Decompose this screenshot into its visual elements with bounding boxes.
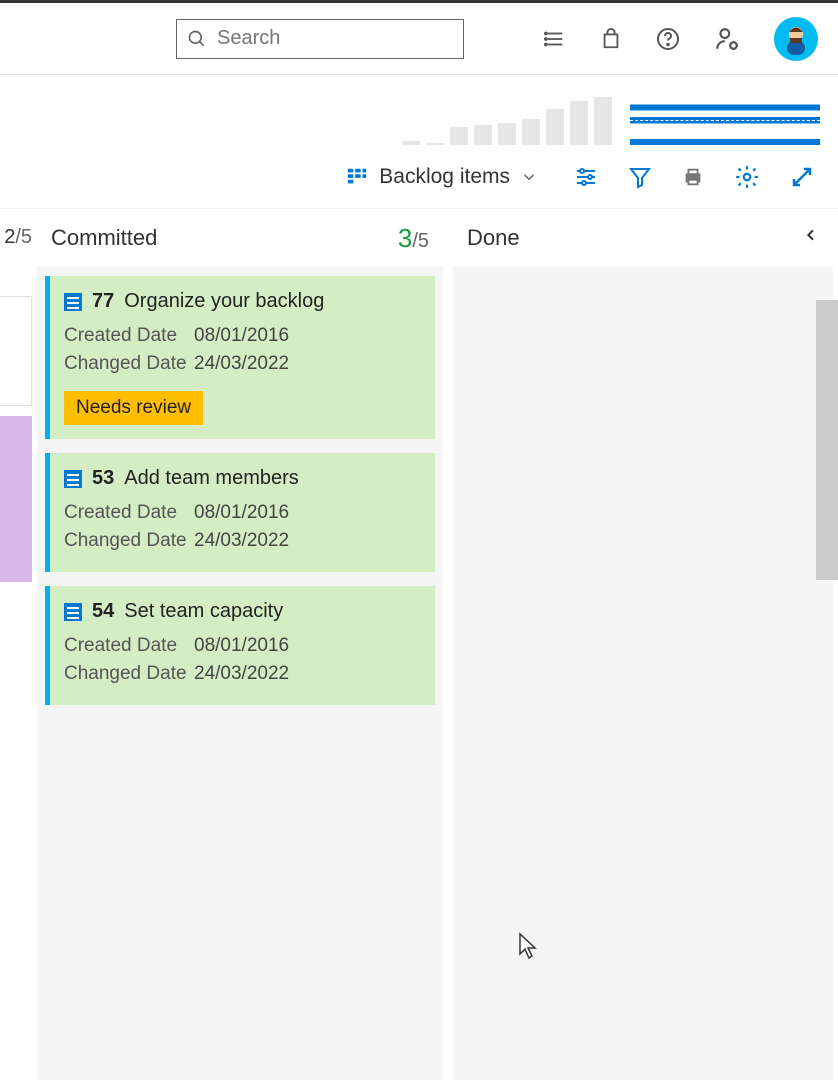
field-value: 08/01/2016 (194, 325, 289, 347)
column-committed: Committed 3/5 77 Organize your backlog C… (37, 210, 443, 1080)
field-value: 24/03/2022 (194, 530, 289, 552)
chevron-down-icon (520, 168, 538, 186)
print-icon[interactable] (682, 166, 704, 188)
work-item-id: 53 (92, 467, 114, 490)
column-count-limit: /5 (412, 230, 429, 252)
prev-column-count-limit: /5 (15, 226, 32, 248)
view-picker[interactable]: Backlog items (345, 165, 538, 189)
work-item-id: 77 (92, 290, 114, 313)
kanban-board: 2/5 Committed 3/5 77 Organize your backl… (0, 210, 838, 1080)
pbi-icon (64, 470, 82, 488)
work-item-card[interactable]: 77 Organize your backlog Created Date08/… (45, 276, 435, 439)
sparkline-row (0, 75, 838, 145)
search-input[interactable] (217, 27, 417, 50)
column-header: Committed 3/5 (37, 210, 443, 266)
shopping-bag-icon[interactable] (600, 27, 622, 51)
search-icon (187, 29, 207, 49)
velocity-bars[interactable] (402, 95, 612, 145)
card-tag[interactable]: Needs review (64, 391, 203, 425)
avatar[interactable] (774, 17, 818, 61)
field-value: 24/03/2022 (194, 663, 289, 685)
previous-column-peek: 2/5 (0, 210, 32, 1080)
work-item-card[interactable]: 54 Set team capacity Created Date08/01/2… (45, 586, 435, 705)
work-item-card[interactable]: 53 Add team members Created Date08/01/20… (45, 453, 435, 572)
burndown-chart[interactable] (630, 90, 820, 145)
field-label: Changed Date (64, 353, 194, 375)
column-done: Done (453, 210, 833, 1080)
field-label: Changed Date (64, 663, 194, 685)
field-value: 08/01/2016 (194, 502, 289, 524)
view-picker-label: Backlog items (379, 165, 510, 189)
settings-sliders-icon[interactable] (574, 165, 598, 189)
chevron-left-icon (803, 225, 819, 245)
peek-card[interactable] (0, 296, 32, 406)
column-count-num: 3 (398, 223, 412, 253)
work-item-title: Add team members (124, 467, 299, 490)
global-header (0, 3, 838, 75)
pbi-icon (64, 603, 82, 621)
list-icon[interactable] (544, 28, 566, 50)
field-value: 08/01/2016 (194, 635, 289, 657)
fullscreen-icon[interactable] (790, 165, 814, 189)
field-label: Created Date (64, 502, 194, 524)
work-item-id: 54 (92, 600, 114, 623)
gear-icon[interactable] (734, 164, 760, 190)
column-title: Done (467, 225, 520, 251)
work-item-title: Organize your backlog (124, 290, 324, 313)
column-header: Done (453, 210, 833, 266)
pbi-icon (64, 293, 82, 311)
peek-card[interactable] (0, 416, 32, 582)
field-label: Created Date (64, 325, 194, 347)
prev-column-count-num: 2 (4, 226, 15, 248)
column-title: Committed (51, 225, 157, 251)
board-toolbar: Backlog items (0, 145, 838, 209)
help-icon[interactable] (656, 27, 680, 51)
collapse-column-button[interactable] (803, 225, 819, 251)
vertical-scrollbar[interactable] (816, 300, 838, 580)
field-label: Changed Date (64, 530, 194, 552)
user-settings-icon[interactable] (714, 26, 740, 52)
field-value: 24/03/2022 (194, 353, 289, 375)
filter-icon[interactable] (628, 165, 652, 189)
work-item-title: Set team capacity (124, 600, 283, 623)
field-label: Created Date (64, 635, 194, 657)
board-grid-icon (345, 166, 369, 188)
search-box[interactable] (176, 19, 464, 59)
